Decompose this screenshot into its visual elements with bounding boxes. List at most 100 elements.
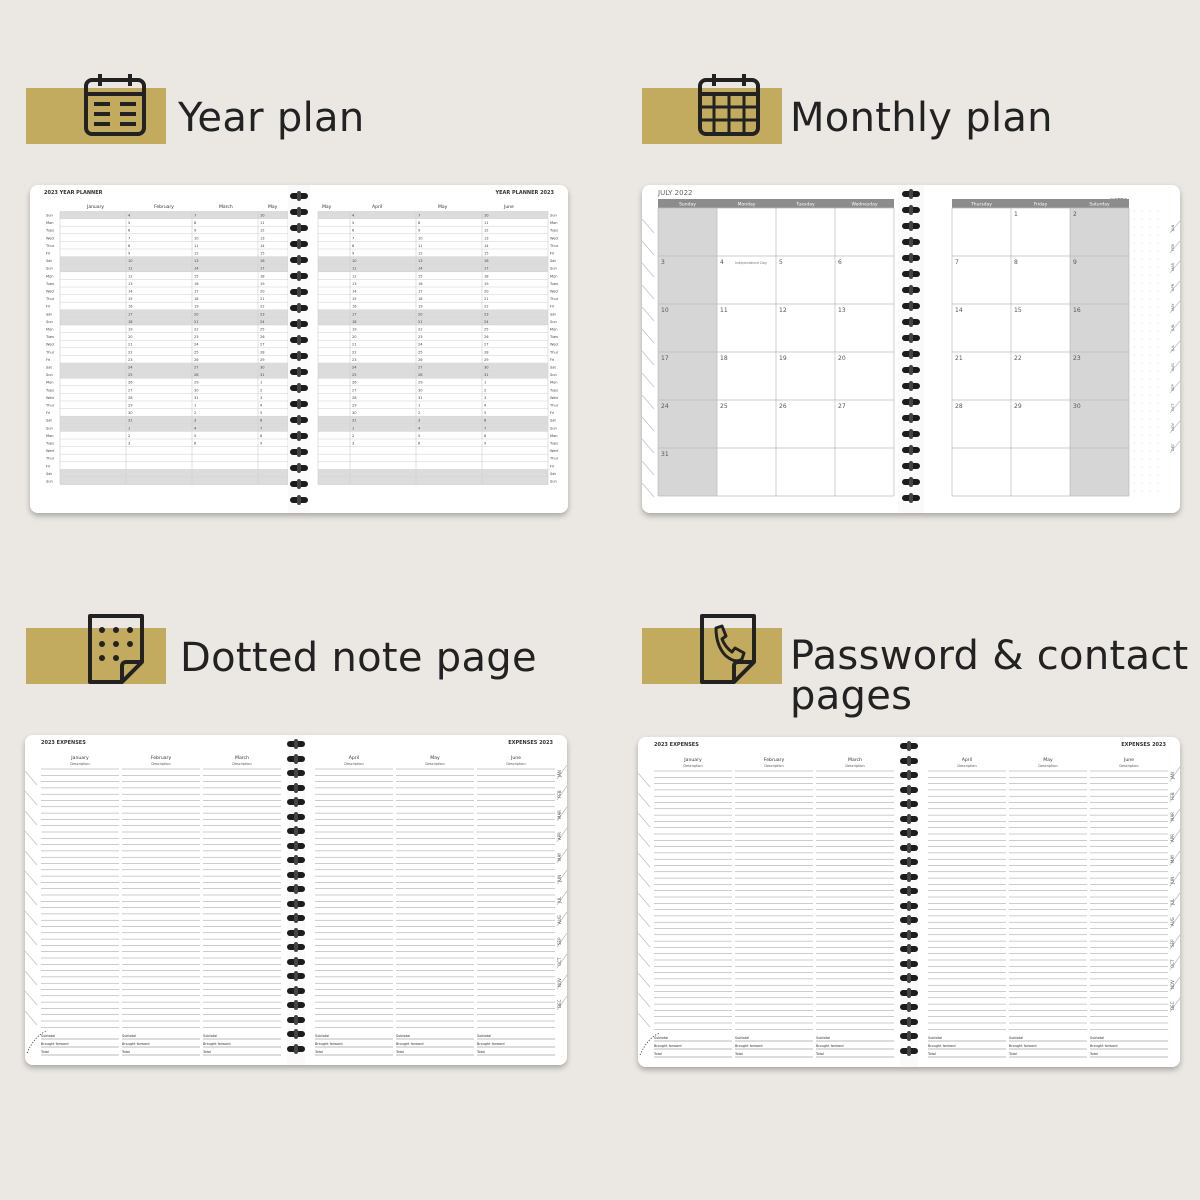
- note-dot: [1109, 378, 1111, 380]
- month-tab-label: MAR: [557, 810, 562, 819]
- footer-label: Total: [1089, 1052, 1098, 1056]
- note-dot: [1109, 218, 1111, 220]
- weekday-label: Sun: [46, 373, 53, 377]
- spiral-ring: [287, 768, 305, 778]
- date-number: 4: [484, 404, 487, 408]
- note-dot: [1141, 282, 1143, 284]
- date-number: 14: [128, 290, 133, 294]
- date-number: 15: [484, 252, 489, 256]
- date-number: 15: [1014, 307, 1022, 314]
- note-dot: [1141, 290, 1143, 292]
- spiral-ring: [900, 1016, 918, 1027]
- spiral-ring: [290, 335, 308, 345]
- spiral-ring: [902, 445, 920, 455]
- spiral-ring: [902, 221, 920, 231]
- weekday-label: Sat: [550, 312, 556, 316]
- date-number: 31: [418, 396, 423, 400]
- index-tab-edge: [638, 772, 651, 788]
- note-dot: [1117, 426, 1119, 428]
- section-heading: Dotted note page: [180, 635, 537, 681]
- date-number: 21: [418, 320, 423, 324]
- date-number: 24: [352, 366, 357, 370]
- weekday-label: Sun: [46, 426, 53, 430]
- footer-label: Subtotal: [41, 1034, 55, 1038]
- date-number: 3: [260, 396, 262, 400]
- date-number: 29: [418, 381, 423, 385]
- spiral-ring: [900, 871, 918, 882]
- date-number: 19: [418, 305, 423, 309]
- index-tab-edge: [638, 992, 651, 1008]
- date-number: 28: [352, 396, 357, 400]
- section-heading: Monthly plan: [790, 95, 1053, 141]
- date-number: 11: [484, 221, 489, 225]
- date-number: 29: [352, 404, 357, 408]
- note-dot: [1157, 306, 1159, 308]
- note-dot: [1133, 274, 1135, 276]
- phone-page-icon: [700, 614, 756, 684]
- date-number: 12: [128, 274, 133, 278]
- month-tab-label: DEC: [1170, 1001, 1175, 1010]
- note-dot: [1157, 274, 1159, 276]
- note-dot: [1133, 314, 1135, 316]
- spiral-ring: [900, 987, 918, 998]
- note-dot: [1141, 394, 1143, 396]
- note-dot: [1141, 490, 1143, 492]
- description-header: Description: [1038, 764, 1057, 768]
- index-tab-edge: [25, 930, 38, 946]
- note-dot: [1125, 266, 1127, 268]
- month-header: March: [848, 757, 862, 763]
- spiral-ring: [902, 381, 920, 391]
- spiral-ring: [287, 797, 305, 807]
- note-dot: [1149, 362, 1151, 364]
- spiral-ring: [290, 239, 308, 249]
- weekday-label: Tues: [549, 282, 558, 286]
- note-dot: [1149, 210, 1151, 212]
- weekday-label: Mon: [46, 328, 54, 332]
- weekday-label: Sat: [46, 366, 52, 370]
- date-number: 10: [484, 214, 489, 218]
- spiral-ring: [290, 479, 308, 489]
- note-dot: [1133, 466, 1135, 468]
- date-number: 10: [661, 307, 669, 314]
- note-dot: [1149, 234, 1151, 236]
- weekday-label: Fri: [46, 411, 50, 415]
- note-dot: [1157, 346, 1159, 348]
- weekend-row-shade: [60, 477, 288, 485]
- spiral-ring: [290, 255, 308, 265]
- note-dot: [1125, 402, 1127, 404]
- note-dot: [1133, 234, 1135, 236]
- note-dot: [1109, 450, 1111, 452]
- note-dot: [1109, 490, 1111, 492]
- spiral-ring: [902, 253, 920, 263]
- footer-label: Subtotal: [477, 1034, 491, 1038]
- month-tab-label: AUG: [557, 915, 562, 924]
- month-tab-label: JUN: [1171, 324, 1175, 332]
- note-dot: [1109, 266, 1111, 268]
- note-dot: [1141, 298, 1143, 300]
- note-dot: [1141, 258, 1143, 260]
- note-dot: [1149, 322, 1151, 324]
- date-number: 24: [128, 366, 133, 370]
- footer-label: Total: [653, 1052, 662, 1056]
- note-dot: [1117, 354, 1119, 356]
- note-dot: [1125, 426, 1127, 428]
- date-number: 1: [194, 404, 196, 408]
- note-dot: [1157, 218, 1159, 220]
- note-dot: [1133, 290, 1135, 292]
- note-dot: [1133, 370, 1135, 372]
- weekday-label: Thur: [45, 350, 55, 354]
- month-header: May: [1043, 757, 1053, 763]
- date-number: 10: [260, 214, 265, 218]
- date-number: 18: [720, 355, 728, 362]
- month-tab-label: MAY: [1170, 854, 1175, 863]
- note-dot: [1117, 434, 1119, 436]
- date-number: 8: [1014, 259, 1018, 266]
- weekday-label: Sat: [550, 419, 556, 423]
- note-dot: [1157, 482, 1159, 484]
- expense-grid: AprilDescriptionSubtotalBrought forwardT…: [314, 755, 567, 1056]
- weekday-label: Fri: [46, 358, 50, 362]
- description-header: Description: [764, 764, 783, 768]
- note-dot: [1149, 266, 1151, 268]
- weekend-row-shade: [318, 469, 548, 477]
- weekday-label: Sun: [550, 214, 557, 218]
